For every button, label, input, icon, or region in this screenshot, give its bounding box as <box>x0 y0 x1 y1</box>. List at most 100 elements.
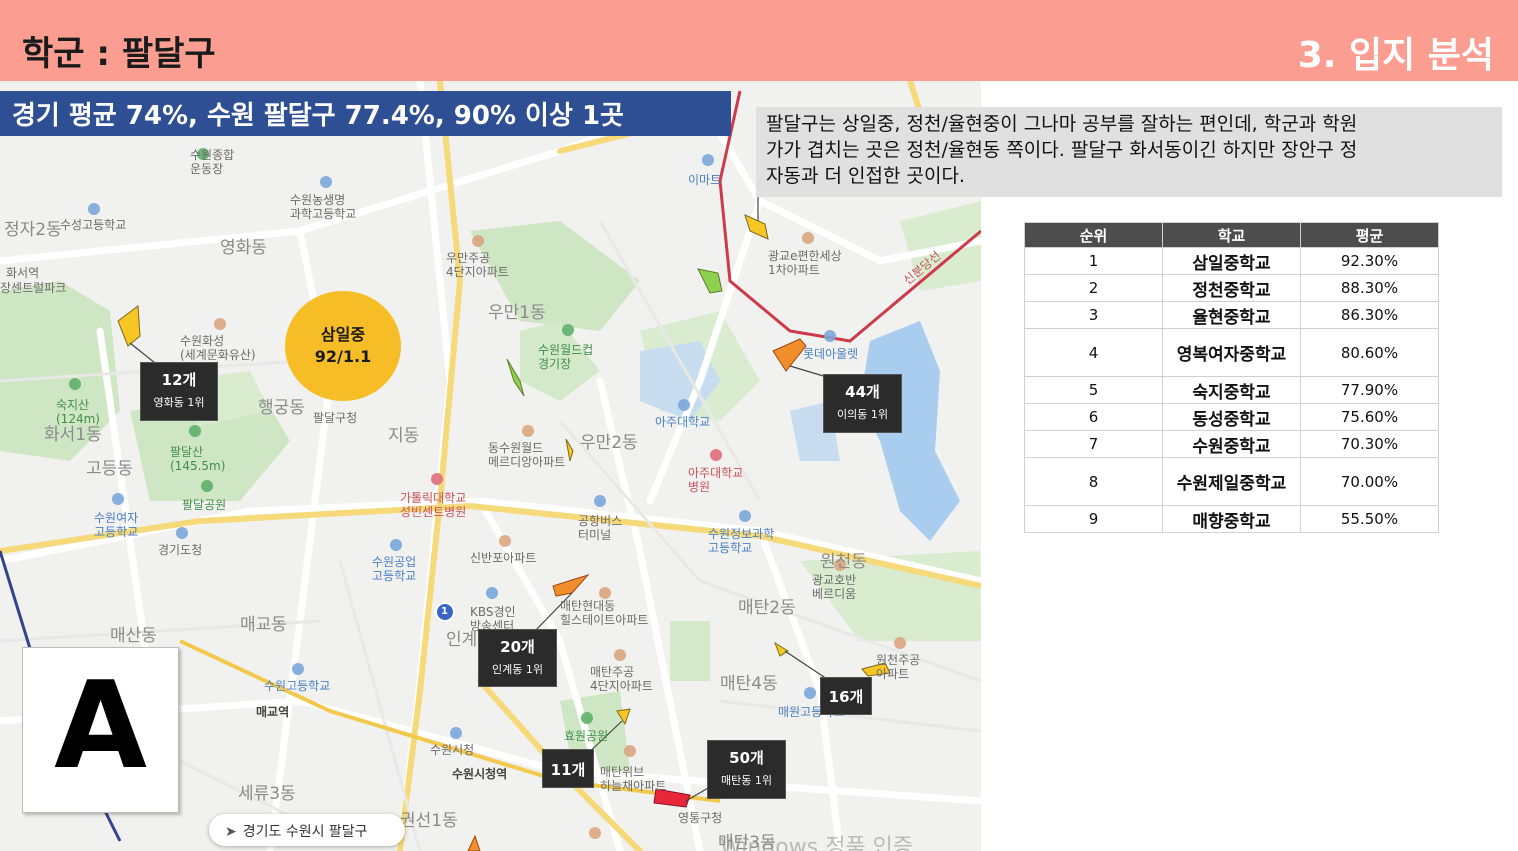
stat-banner: 경기 평균 74%, 수원 팔달구 77.4%, 90% 이상 1곳 <box>0 91 731 136</box>
location-text: 경기도 수원시 팔달구 <box>242 824 368 840</box>
map-label: 수원공업 고등학교 <box>372 555 417 583</box>
school-cell: 매향중학교 <box>1162 505 1301 533</box>
map-label: 우만1동 <box>488 303 546 323</box>
map-label: 수원여자 고등학교 <box>94 511 139 539</box>
table-row: 9 매향중학교 55.50% <box>1024 505 1439 533</box>
academy-count-badge[interactable]: 44개 이의동 1위 <box>823 374 902 433</box>
rank-cell: 1 <box>1024 247 1163 275</box>
header-bar: 학군 : 팔달구 3. 입지 분석 <box>0 0 1518 81</box>
rank-cell: 8 <box>1024 457 1163 506</box>
column-header-average: 평균 <box>1300 222 1439 248</box>
academy-count-badge[interactable]: 50개 매탄동 1위 <box>707 740 786 799</box>
column-header-school: 학교 <box>1162 222 1301 248</box>
map-label: 이마트 <box>688 173 722 187</box>
average-cell: 75.60% <box>1300 403 1439 431</box>
map-label: 지동 <box>388 426 420 446</box>
map-label: 영통구청 <box>678 811 723 825</box>
map-label: 매교역 <box>256 705 290 719</box>
school-cell: 숙지중학교 <box>1162 376 1301 404</box>
average-cell: 92.30% <box>1300 247 1439 275</box>
location-pill[interactable]: ➤ 경기도 수원시 팔달구 <box>209 814 405 846</box>
map-label: 공항버스 터미널 <box>578 514 623 542</box>
map-label: 영화동 <box>220 238 267 258</box>
average-cell: 86.30% <box>1300 301 1439 329</box>
rank-cell: 9 <box>1024 505 1163 533</box>
badge-sub: 매탄동 1위 <box>721 774 772 787</box>
map-label: 신반포아파트 <box>470 551 537 565</box>
average-cell: 77.90% <box>1300 376 1439 404</box>
corner-label-card: A <box>22 647 179 813</box>
map-label: 가톨릭대학교 성빈센트병원 <box>400 491 467 519</box>
table-row: 3 율현중학교 86.30% <box>1024 301 1439 329</box>
description-box: 팔달구는 상일중, 정천/율현중이 그나마 공부를 잘하는 편인데, 학군과 학… <box>756 107 1502 197</box>
map-label: 원천동 <box>820 552 867 572</box>
map-label: 우만2동 <box>580 433 638 453</box>
highlight-school-circle[interactable]: 삼일중 92/1.1 <box>285 291 401 401</box>
description-line: 가가 겹치는 곳은 정천/율현동 쪽이다. 팔달구 화서동이긴 하지만 장안구 … <box>766 139 1358 161</box>
map-label: 원천주공 아파트 <box>876 653 921 681</box>
table-row: 7 수원중학교 70.30% <box>1024 430 1439 458</box>
average-cell: 55.50% <box>1300 505 1439 533</box>
badge-count: 20개 <box>500 638 535 656</box>
school-cell: 동성중학교 <box>1162 403 1301 431</box>
table-row: 5 숙지중학교 77.90% <box>1024 376 1439 404</box>
badge-sub: 이의동 1위 <box>837 408 888 421</box>
school-ranking-table: 순위 학교 평균 1 삼일중학교 92.30% 2 정천중학교 88.30% 3 율현중학… <box>1024 222 1439 533</box>
highlight-school-value: 92/1.1 <box>314 347 372 366</box>
table-row: 6 동성중학교 75.60% <box>1024 403 1439 431</box>
average-cell: 80.60% <box>1300 328 1439 377</box>
rank-cell: 7 <box>1024 430 1163 458</box>
map-label: 수원시청역 <box>452 767 508 781</box>
badge-sub: 인계동 1위 <box>492 663 543 676</box>
section-title: 3. 입지 분석 <box>1297 35 1494 76</box>
school-cell: 수원제일중학교 <box>1162 457 1301 506</box>
map-label: 세류3동 <box>238 784 296 804</box>
map-label: 수원종합 운동장 <box>190 148 235 176</box>
map-label: 팔달공원 <box>182 498 227 512</box>
academy-count-badge[interactable]: 20개 인계동 1위 <box>478 629 557 687</box>
rank-cell: 5 <box>1024 376 1163 404</box>
map-label: 매산동 <box>110 626 157 646</box>
map-label: 효원공원 <box>564 729 609 743</box>
map-label: 수원화성 (세계문화유산) <box>180 334 256 362</box>
map-label: 매탄2동 <box>738 598 796 618</box>
school-cell: 영복여자중학교 <box>1162 328 1301 377</box>
description-line: 자동과 더 인접한 곳이다. <box>766 165 965 187</box>
academy-count-badge[interactable]: 11개 <box>542 749 594 788</box>
map-label: 화서역 <box>6 266 40 280</box>
map-label: 광교호반 베르디움 <box>812 573 857 601</box>
map-label: 고등동 <box>86 459 133 479</box>
badge-count: 44개 <box>845 383 880 401</box>
school-cell: 삼일중학교 <box>1162 247 1301 275</box>
map-label: 권선1동 <box>400 811 458 831</box>
column-header-rank: 순위 <box>1024 222 1163 248</box>
map-label: 매교동 <box>240 615 287 635</box>
page-title: 학군 : 팔달구 <box>22 34 216 74</box>
map-label: 매탄주공 4단지아파트 <box>590 665 653 693</box>
average-cell: 70.30% <box>1300 430 1439 458</box>
map-label: 수성고등학교 <box>60 218 127 232</box>
badge-count: 16개 <box>828 688 864 706</box>
table-header-row: 순위 학교 평균 <box>1024 222 1439 248</box>
map-label: 정자2동 <box>4 220 62 240</box>
table-row: 2 정천중학교 88.30% <box>1024 274 1439 302</box>
map-label: 화서1동 <box>44 425 102 445</box>
academy-count-badge[interactable]: 12개 영화동 1위 <box>140 362 218 421</box>
table-row: 8 수원제일중학교 70.00% <box>1024 457 1439 506</box>
average-cell: 70.00% <box>1300 457 1439 506</box>
rank-cell: 2 <box>1024 274 1163 302</box>
rank-cell: 4 <box>1024 328 1163 377</box>
school-cell: 율현중학교 <box>1162 301 1301 329</box>
badge-count: 11개 <box>550 761 586 779</box>
map-label: 수원시청 <box>430 743 475 757</box>
table-row: 4 영복여자중학교 80.60% <box>1024 328 1439 377</box>
map-label: 팔달구청 <box>313 411 358 425</box>
windows-watermark: Windows 정품 인증 <box>720 835 914 851</box>
map-label: 수원월드컵 경기장 <box>538 343 594 371</box>
location-arrow-icon: ➤ <box>225 824 237 840</box>
corner-label-letter: A <box>54 657 147 796</box>
map-label: 아주대학교 병원 <box>688 466 744 494</box>
academy-count-badge[interactable]: 16개 <box>820 677 872 715</box>
badge-count: 50개 <box>729 749 764 767</box>
map-label: 수원고등학교 <box>264 679 331 693</box>
